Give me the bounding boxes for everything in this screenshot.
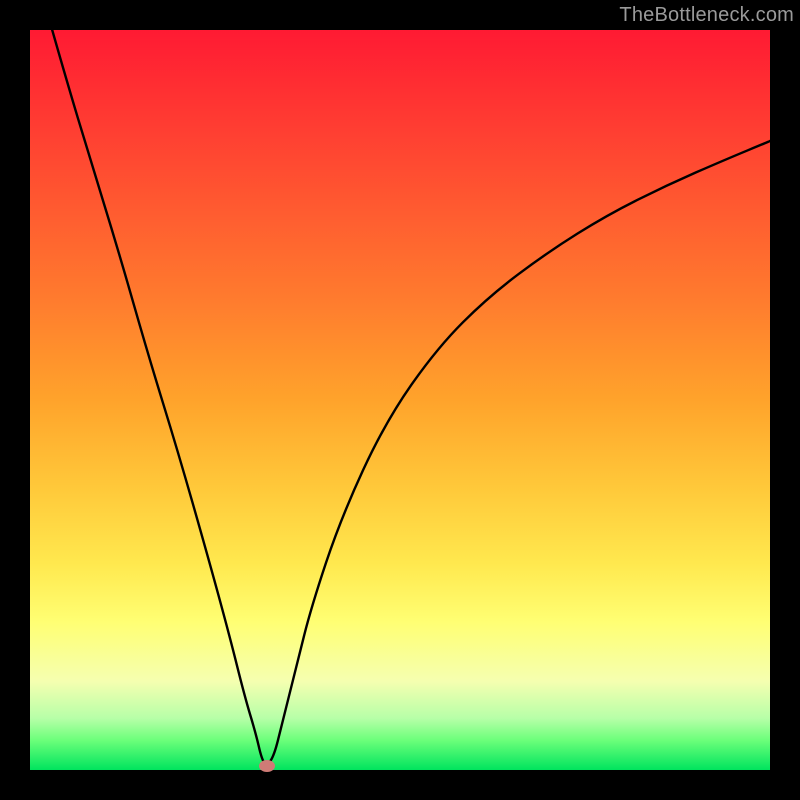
watermark-text: TheBottleneck.com [619,4,794,27]
chart-frame: TheBottleneck.com [0,0,800,800]
plot-area [30,30,770,770]
bottleneck-minimum-marker [259,760,275,772]
bottleneck-curve [30,30,770,770]
